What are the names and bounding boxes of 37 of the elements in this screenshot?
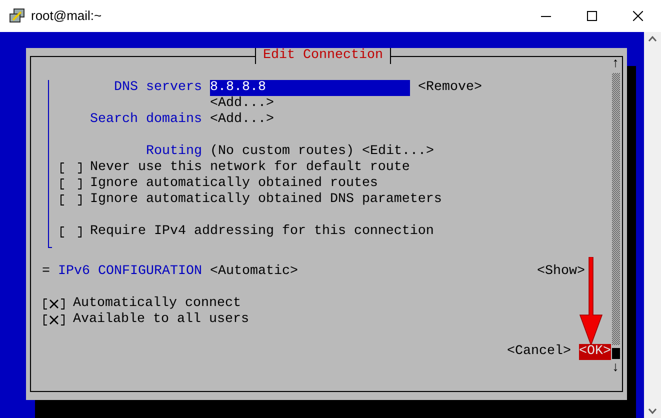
terminal-app-icon <box>9 8 25 24</box>
scroll-thumb[interactable] <box>612 348 620 359</box>
edit-link[interactable]: <Edit...> <box>362 144 434 160</box>
checkbox[interactable] <box>59 194 83 206</box>
chevron-down-icon[interactable] <box>648 408 657 414</box>
dns-server-field[interactable]: 8.8.8.8 <box>210 80 410 96</box>
option-label: Available to all users <box>73 312 249 328</box>
scroll-down-arrow[interactable]: ↓ <box>612 361 620 377</box>
add-link[interactable]: <Add...> <box>210 112 274 128</box>
checkbox[interactable] <box>42 298 66 310</box>
cancel-button[interactable]: <Cancel> <box>507 344 571 360</box>
remove-link[interactable]: <Remove> <box>418 80 482 96</box>
section-heading: IPv6 CONFIGURATION <box>58 264 202 280</box>
ok-button[interactable]: <OK> <box>579 344 611 360</box>
mode-dropdown[interactable]: <Automatic> <box>210 264 298 280</box>
option-label: Ignore automatically obtained routes <box>90 176 378 192</box>
option-label: Never use this network for default route <box>90 160 410 176</box>
checkbox[interactable] <box>59 162 83 174</box>
option-label: Ignore automatically obtained DNS parameters <box>90 192 442 208</box>
checkbox[interactable] <box>59 178 83 190</box>
field-label: DNS servers <box>113 80 202 96</box>
show-link[interactable]: <Show> <box>537 264 585 280</box>
dialog-title: Edit Connection <box>255 48 391 64</box>
checkbox[interactable] <box>59 226 83 238</box>
window-title: root@mail:~ <box>31 7 102 26</box>
section-marker: = <box>42 264 50 280</box>
field-label: Search domains <box>89 112 202 128</box>
close-icon <box>633 11 643 21</box>
option-label: Require IPv4 addressing for this connection <box>90 224 434 240</box>
field-label: Routing <box>145 144 202 160</box>
routing-value: (No custom routes) <box>210 144 354 160</box>
add-link[interactable]: <Add...> <box>210 96 274 112</box>
option-label: Automatically connect <box>73 296 241 312</box>
checkbox[interactable] <box>42 314 66 326</box>
chevron-up-icon[interactable] <box>648 36 657 42</box>
maximize-icon <box>587 11 597 21</box>
scroll-up-arrow[interactable]: ↑ <box>612 57 620 73</box>
